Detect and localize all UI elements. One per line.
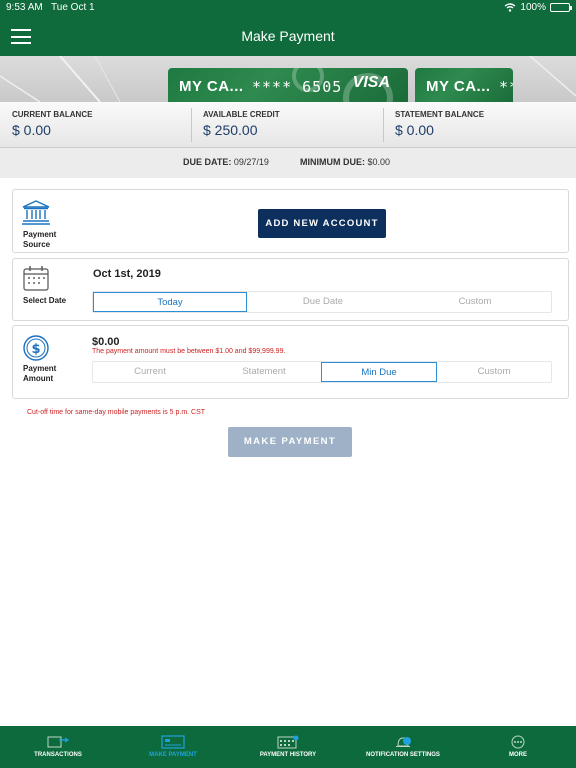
amount-error-message: The payment amount must be between $1.00… — [92, 348, 286, 355]
selected-date: Oct 1st, 2019 — [93, 268, 161, 280]
tab-notification-settings[interactable]: NOTIFICATION SETTINGS — [360, 726, 446, 768]
credit-card[interactable]: MY CA... **** 6505 VISA — [168, 68, 408, 102]
payment-card-icon — [161, 735, 185, 749]
tab-label: TRANSACTIONS — [34, 752, 82, 758]
card-number: ** — [499, 78, 513, 96]
statement-balance-label: STATEMENT BALANCE — [395, 110, 485, 119]
card-carousel[interactable]: MY CA... **** 6505 VISA MY CA... ** — [0, 56, 576, 102]
minimum-due: MINIMUM DUE: $0.00 — [300, 157, 390, 167]
make-payment-button[interactable]: MAKE PAYMENT — [228, 427, 352, 457]
due-date: DUE DATE: 09/27/19 — [183, 157, 269, 167]
card-name: MY CA... — [426, 78, 491, 95]
tab-payment-history[interactable]: PAYMENT HISTORY — [250, 726, 326, 768]
payment-source-panel: Payment Source ADD NEW ACCOUNT — [12, 189, 569, 253]
payment-amount-label: Payment Amount — [23, 364, 57, 383]
tab-make-payment[interactable]: MAKE PAYMENT — [136, 726, 210, 768]
amount-selector: Current Statement Min Due Custom — [92, 361, 552, 383]
tab-label: MORE — [509, 752, 527, 758]
select-date-label: Select Date — [23, 296, 67, 305]
amount-option-custom[interactable]: Custom — [437, 362, 551, 382]
status-time: 9:53 AM Tue Oct 1 — [6, 2, 95, 13]
current-balance-value: $ 0.00 — [12, 122, 51, 138]
divider — [383, 108, 384, 142]
app-header: Make Payment — [0, 16, 576, 56]
more-icon — [511, 735, 525, 749]
date-option-custom[interactable]: Custom — [399, 292, 551, 312]
statement-balance: STATEMENT BALANCE $ 0.00 — [395, 110, 484, 138]
status-right: 100% — [504, 2, 572, 13]
bell-icon — [396, 737, 411, 747]
tab-label: NOTIFICATION SETTINGS — [366, 752, 440, 758]
amount-option-min-due[interactable]: Min Due — [321, 362, 437, 382]
tab-transactions[interactable]: TRANSACTIONS — [20, 726, 96, 768]
svg-text:$: $ — [31, 342, 40, 357]
amount-option-current[interactable]: Current — [93, 362, 207, 382]
calendar-icon — [277, 735, 299, 749]
card-name: MY CA... — [179, 78, 244, 95]
add-new-account-button[interactable]: ADD NEW ACCOUNT — [258, 209, 386, 238]
card-arrows-icon — [47, 736, 69, 748]
minimum-due-label: MINIMUM DUE: — [300, 157, 365, 167]
available-credit-label: AVAILABLE CREDIT — [203, 110, 280, 119]
statement-balance-value: $ 0.00 — [395, 122, 434, 138]
select-date-panel: Select Date Oct 1st, 2019 Today Due Date… — [12, 258, 569, 321]
available-credit-value: $ 250.00 — [203, 122, 258, 138]
due-date-value: 09/27/19 — [233, 157, 269, 167]
date-option-today[interactable]: Today — [93, 292, 247, 312]
due-date-label: DUE DATE: — [183, 157, 232, 167]
date-selector: Today Due Date Custom — [92, 291, 552, 313]
wifi-icon — [504, 3, 516, 12]
card-number: **** 6505 — [252, 78, 343, 96]
date-option-due-date[interactable]: Due Date — [247, 292, 399, 312]
balance-summary: CURRENT BALANCE $ 0.00 AVAILABLE CREDIT … — [0, 102, 576, 148]
tab-label: PAYMENT HISTORY — [259, 752, 317, 758]
amount-option-statement[interactable]: Statement — [207, 362, 321, 382]
bottom-tab-bar: TRANSACTIONS MAKE PAYMENT PAYMENT HISTOR… — [0, 726, 576, 768]
page-title: Make Payment — [241, 28, 335, 44]
status-bar: 9:53 AM Tue Oct 1 100% — [0, 0, 576, 16]
payment-source-label: Payment Source — [23, 230, 57, 249]
payment-amount-value: $0.00 — [92, 336, 120, 348]
tab-label: MAKE PAYMENT — [149, 752, 197, 758]
dollar-icon: $ — [22, 334, 50, 367]
current-balance-label: CURRENT BALANCE — [12, 110, 93, 119]
minimum-due-value: $0.00 — [367, 157, 391, 167]
battery-percent: 100% — [520, 2, 546, 13]
bank-icon — [21, 199, 51, 230]
credit-card-secondary[interactable]: MY CA... ** — [415, 68, 513, 102]
calendar-icon — [22, 265, 50, 297]
cutoff-note: Cut-off time for same-day mobile payment… — [27, 409, 206, 416]
divider — [191, 108, 192, 142]
tab-more[interactable]: MORE — [494, 726, 542, 768]
visa-logo: VISA — [352, 74, 390, 91]
battery-icon — [550, 3, 572, 12]
current-balance: CURRENT BALANCE $ 0.00 — [12, 110, 92, 138]
time-text: 9:53 AM — [6, 2, 43, 13]
date-text: Tue Oct 1 — [51, 2, 95, 13]
due-info: DUE DATE: 09/27/19 MINIMUM DUE: $0.00 — [0, 148, 576, 178]
available-credit: AVAILABLE CREDIT $ 250.00 — [203, 110, 280, 138]
payment-amount-panel: $ Payment Amount $0.00 The payment amoun… — [12, 325, 569, 399]
